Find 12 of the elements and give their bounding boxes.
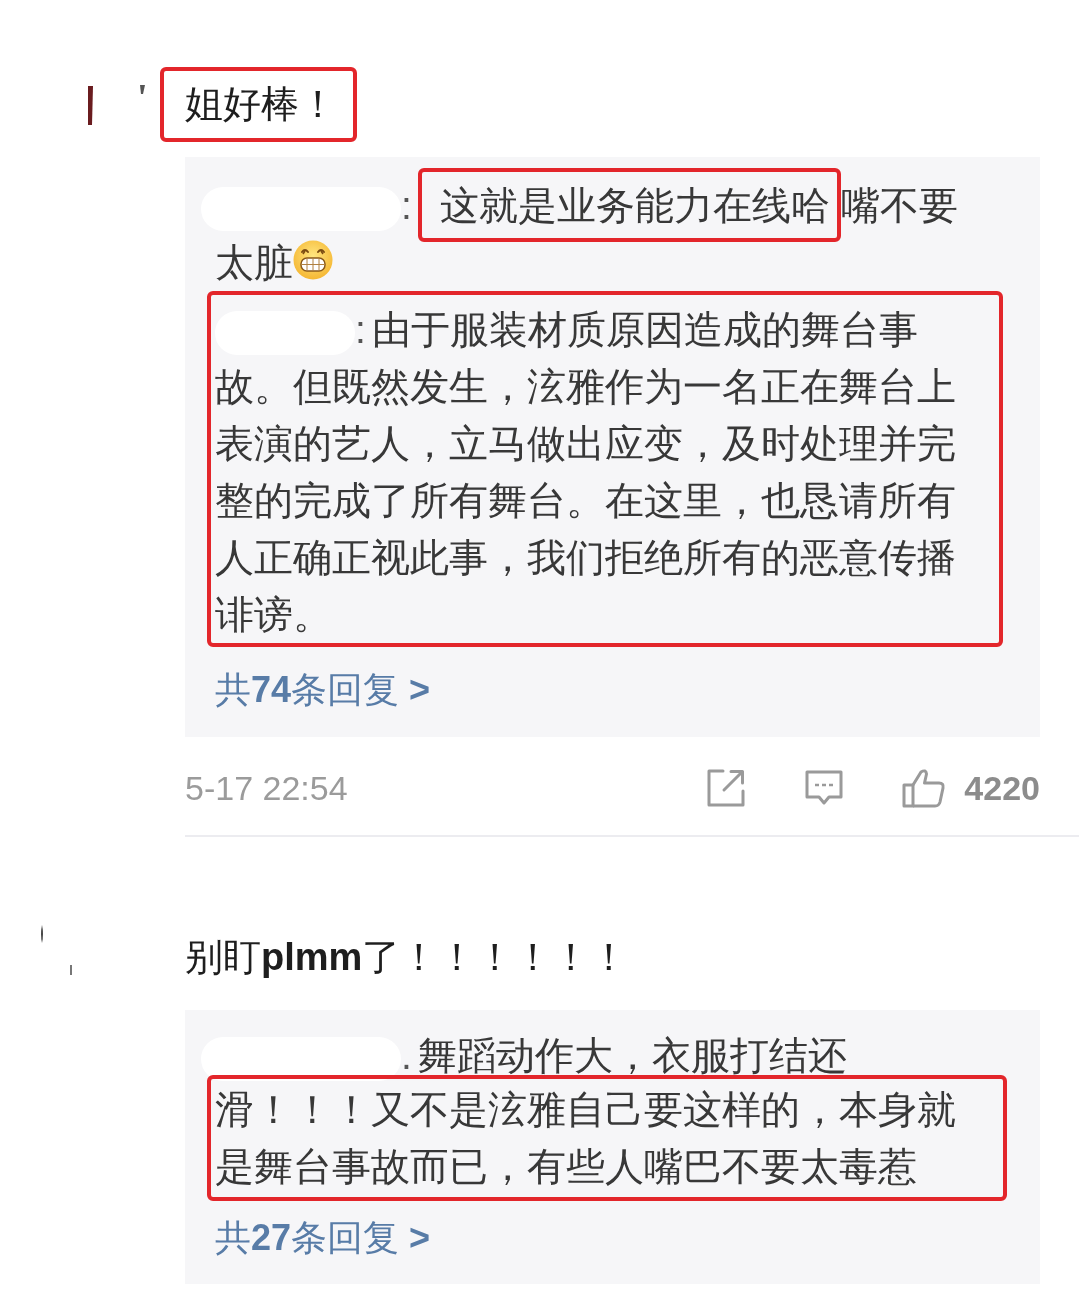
reply-count-link[interactable]: 共74条回复 > <box>215 661 431 718</box>
grin-emoji-icon <box>293 240 333 280</box>
reply-text: : 这就是业务能力在线哈 嘴不要太脏 <box>201 168 1007 297</box>
share-icon[interactable] <box>706 768 747 808</box>
comment-text: 别盯plmm了！！！！！！ <box>185 935 629 980</box>
comment-text: 姐好棒！ <box>160 67 357 142</box>
thumbs-up-icon[interactable] <box>902 768 947 808</box>
reply-text: :由于服装材质原因造成的舞台事故。但既然发生，泫雅作为一名正在舞台上表演的艺人，立马做出应变，及时处理并完整的完成了所有舞台。在这里，也恳请所有人正确正视此事，我们拒绝所有的恶意传播诽谤。 <box>215 307 957 638</box>
like-count: 4220 <box>964 767 1040 809</box>
timestamp-text: 5-17 22:54 <box>185 767 349 809</box>
reply-count-link[interactable]: 共27条回复 > <box>215 1209 431 1266</box>
comment-icon[interactable] <box>804 769 845 807</box>
